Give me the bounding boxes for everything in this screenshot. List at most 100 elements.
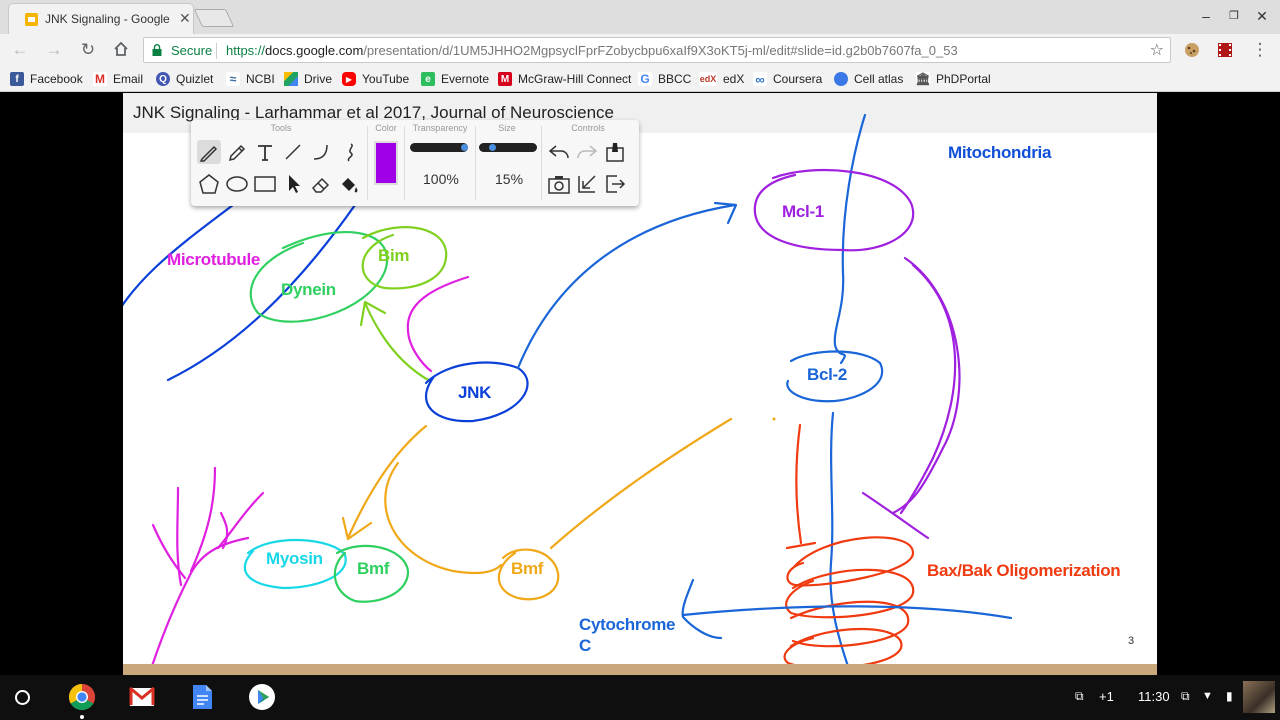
home-icon[interactable]	[111, 40, 131, 60]
bmf-left-label: Bmf	[357, 559, 390, 578]
bookmark-youtube[interactable]: ▶ YouTube	[342, 70, 409, 88]
dynein-label: Dynein	[281, 280, 336, 299]
bookmark-label: Evernote	[441, 72, 490, 86]
bookmark-label: YouTube	[362, 72, 410, 86]
screen-capture-icon[interactable]: ⧉	[1075, 689, 1084, 704]
bookmark-quizlet[interactable]: Q Quizlet	[156, 70, 213, 88]
avatar[interactable]	[1243, 681, 1275, 713]
bookmark-label: Facebook	[30, 72, 83, 86]
chromeos-shelf: ⧉ +1 11:30 ⧉ ▼ ▮	[0, 675, 1280, 720]
browser-tab[interactable]: JNK Signaling - Google ✕	[8, 3, 194, 34]
redo-icon[interactable]	[575, 140, 599, 164]
palette-divider	[541, 126, 542, 200]
minimize-icon[interactable]: –	[1198, 8, 1214, 24]
clear-brush-icon[interactable]	[603, 140, 627, 164]
clock-time[interactable]: 11:30	[1138, 689, 1170, 704]
bookmark-star-icon[interactable]: ☆	[1150, 40, 1164, 60]
window-close-icon[interactable]: ✕	[1254, 8, 1270, 25]
pen-icon[interactable]	[197, 140, 221, 164]
mcl1-to-bax-curve	[891, 256, 961, 515]
bookmark-bbcc[interactable]: G BBCC	[638, 70, 691, 88]
chrome-icon[interactable]	[68, 683, 96, 711]
forward-arrow-icon[interactable]: →	[44, 40, 64, 60]
quizlet-icon: Q	[156, 72, 170, 86]
menu-kebab-icon[interactable]: ⋮	[1250, 40, 1270, 60]
mitochondria-membrane-line	[833, 113, 867, 365]
wifi-icon[interactable]: ▼	[1202, 690, 1213, 702]
magenta-tree-branch	[151, 523, 187, 580]
myosin-label: Myosin	[266, 549, 323, 568]
bookmark-ncbi[interactable]: ≈ NCBI	[226, 70, 275, 88]
bookmark-phdportal[interactable]: 🏛 PhDPortal	[915, 70, 991, 88]
omnibox-divider	[216, 43, 217, 59]
docs-icon[interactable]	[188, 683, 216, 711]
bookmark-label: PhDPortal	[936, 72, 991, 86]
fill-bucket-icon[interactable]	[337, 172, 361, 196]
launcher-icon[interactable]	[15, 690, 30, 705]
google-icon: G	[638, 72, 652, 86]
new-tab-button[interactable]	[193, 9, 235, 27]
minimize-palette-icon[interactable]	[575, 172, 599, 196]
address-bar[interactable]: Secure https://docs.google.com/presentat…	[143, 37, 1171, 63]
transparency-slider-knob[interactable]	[461, 144, 468, 151]
bookmark-mcgraw-hill[interactable]: M McGraw-Hill Connect	[498, 70, 631, 88]
transparency-slider[interactable]	[410, 143, 468, 152]
text-tool-icon[interactable]	[253, 140, 277, 164]
marker-icon[interactable]	[225, 140, 249, 164]
play-store-icon[interactable]	[248, 683, 276, 711]
gmail-icon[interactable]	[128, 683, 156, 711]
bookmark-cell-atlas[interactable]: Cell atlas	[834, 70, 903, 88]
freeform-tool-icon[interactable]	[337, 140, 361, 164]
bookmark-coursera[interactable]: ∞ Coursera	[753, 70, 822, 88]
rectangle-tool-icon[interactable]	[253, 172, 277, 196]
bookmark-label: Drive	[304, 72, 333, 86]
eraser-tool-icon[interactable]	[309, 172, 333, 196]
bookmark-label: McGraw-Hill Connect	[518, 72, 632, 86]
pen-color-swatch[interactable]	[374, 141, 398, 185]
drawing-palette[interactable]: Tools Color Transparency Size Controls 1…	[191, 120, 639, 206]
bim-label: Bim	[378, 246, 410, 265]
pointer-tool-icon[interactable]	[281, 172, 305, 196]
size-value: 15%	[495, 171, 524, 187]
camera-icon[interactable]	[547, 172, 571, 196]
transparency-section-label: Transparency	[412, 123, 468, 133]
url-text[interactable]: https://docs.google.com/presentation/d/1…	[226, 43, 958, 58]
bookmark-drive[interactable]: Drive	[284, 70, 332, 88]
cytochrome-c-arrowhead	[681, 578, 723, 640]
bookmark-evernote[interactable]: e Evernote	[421, 70, 489, 88]
back-arrow-icon[interactable]: ←	[10, 40, 30, 60]
jnk-to-bmf-arrow	[384, 461, 503, 575]
restore-icon[interactable]: ❐	[1226, 9, 1242, 22]
exit-icon[interactable]	[603, 172, 627, 196]
secure-label: Secure	[171, 43, 213, 58]
bookmark-label: Coursera	[773, 72, 823, 86]
size-slider[interactable]	[479, 143, 537, 152]
undo-icon[interactable]	[547, 140, 571, 164]
bax-bak-label: Bax/Bak Oligomerization	[927, 561, 1121, 580]
cookie-extension-icon[interactable]	[1184, 42, 1200, 58]
ellipse-tool-icon[interactable]	[225, 172, 249, 196]
cast-icon[interactable]: ⧉	[1181, 689, 1190, 704]
lock-icon	[152, 44, 162, 56]
polygon-tool-icon[interactable]	[197, 172, 221, 196]
bookmark-label: Cell atlas	[854, 72, 904, 86]
slide-bottom-border	[123, 664, 1157, 675]
notification-count[interactable]: +1	[1099, 689, 1114, 704]
bookmark-label: BBCC	[658, 72, 692, 86]
bookmark-email[interactable]: M Email	[93, 70, 143, 88]
cytochrome-c-label: C	[579, 636, 591, 655]
url-host: docs.google.com	[265, 43, 364, 58]
cell-atlas-icon	[834, 72, 848, 86]
curve-tool-icon[interactable]	[309, 140, 333, 164]
film-extension-icon[interactable]	[1217, 42, 1233, 58]
bookmark-facebook[interactable]: f Facebook	[10, 70, 83, 88]
line-tool-icon[interactable]	[281, 140, 305, 164]
size-slider-knob[interactable]	[489, 144, 497, 151]
battery-icon[interactable]: ▮	[1226, 689, 1233, 703]
magenta-tree-trunk	[149, 536, 250, 671]
cytochrome-label: Cytochrome	[579, 615, 676, 634]
reload-icon[interactable]: ↻	[78, 40, 98, 60]
bookmark-label: edX	[723, 72, 745, 86]
bookmark-edx[interactable]: edX edX	[699, 70, 744, 88]
tab-close-icon[interactable]: ✕	[179, 10, 191, 27]
